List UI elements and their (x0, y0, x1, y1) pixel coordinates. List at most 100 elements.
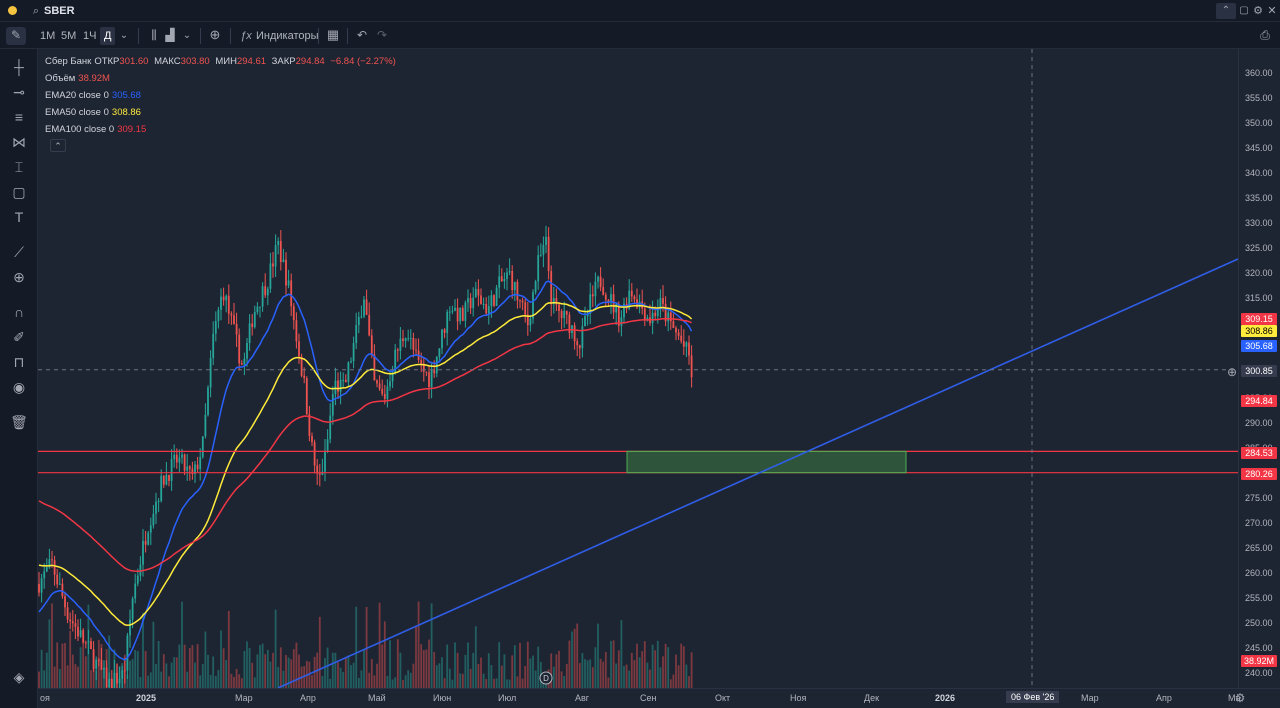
price-axis[interactable]: 360.00 355.00 350.00 345.00 340.00 335.00 330.… (1238, 49, 1280, 688)
volume-bar (422, 650, 425, 688)
volume-bar (672, 674, 675, 688)
volume-bar (594, 647, 597, 688)
text-icon[interactable]: T (9, 209, 29, 225)
candle-body (303, 375, 306, 379)
timeframe-1h[interactable]: 1Ч (83, 29, 96, 43)
search-icon[interactable]: ⌕ (26, 3, 46, 19)
eye-icon[interactable]: ◉ (9, 379, 29, 395)
timeframe-5m[interactable]: 5M (61, 29, 76, 43)
lock-drawing-icon[interactable]: ✐ (9, 329, 29, 345)
volume-bar (381, 644, 384, 688)
rectangle-icon[interactable]: ▢ (9, 184, 29, 200)
divider (138, 28, 139, 44)
fx-icon[interactable]: ƒx (236, 28, 256, 44)
candle-body (53, 560, 56, 575)
ema20-label: EMA20 close 0 (45, 90, 109, 101)
add-price-icon[interactable]: ⊕ (1222, 364, 1242, 380)
candle-body (240, 363, 243, 365)
candle-body (136, 575, 139, 584)
volume-bar (586, 660, 589, 688)
price-tick-label: 270.00 (1245, 518, 1273, 528)
ruler-icon[interactable]: ⟋ (9, 244, 29, 260)
volume-bar (430, 603, 433, 688)
layout-grid-icon[interactable]: ▦ (323, 27, 343, 43)
volume-bar (417, 601, 420, 688)
volume-bar (412, 663, 415, 688)
volume-bar (194, 662, 196, 688)
horizontal-ray-icon[interactable]: ⊸ (9, 84, 29, 100)
candle-body (446, 311, 449, 333)
add-circle-icon[interactable]: ⊕ (205, 27, 225, 43)
candle-body (425, 371, 428, 373)
trash-icon[interactable]: 🗑 (9, 414, 29, 430)
candle-body (381, 388, 384, 394)
volume-bar (207, 654, 209, 688)
pattern-icon[interactable]: ⋈ (9, 134, 29, 150)
volume-bar (513, 645, 516, 688)
timeframe-1m[interactable]: 1M (40, 29, 55, 43)
candle-body (368, 314, 371, 336)
volume-bar (222, 648, 225, 688)
candle-body (363, 299, 365, 317)
lock-icon[interactable]: ⊓ (9, 354, 29, 370)
undo-icon[interactable]: ↶ (352, 27, 372, 43)
volume-bar (576, 623, 579, 688)
candle-body (43, 571, 46, 579)
close-icon[interactable]: ✕ (1262, 3, 1280, 19)
collapse-legend-button[interactable]: ⌃ (50, 139, 66, 152)
chevron-down-icon[interactable]: ⌄ (114, 28, 134, 44)
candle-body (630, 290, 633, 297)
volume-bar (92, 650, 95, 688)
volume-bar (144, 651, 147, 688)
candle-body (285, 259, 287, 286)
candle-body (243, 358, 246, 365)
redo-icon[interactable]: ↷ (372, 27, 392, 43)
volume-bar (97, 639, 100, 688)
price-tick-label: 255.00 (1245, 593, 1273, 603)
candle-body (560, 310, 563, 319)
candle-body (396, 349, 399, 351)
candle-body (529, 318, 532, 326)
volume-bar (651, 644, 654, 688)
candle-body (495, 287, 498, 306)
symbol-label[interactable]: SBER (44, 4, 75, 18)
volume-bar (602, 661, 605, 688)
magnet-icon[interactable]: ∩ (9, 304, 29, 320)
layers-icon[interactable]: ◈ (9, 669, 29, 685)
chevron-down-icon[interactable]: ⌄ (177, 28, 197, 44)
candle-body (274, 245, 277, 267)
candle-body (344, 379, 347, 382)
zoom-in-icon[interactable]: ⊕ (9, 269, 29, 285)
candle-body (64, 596, 66, 608)
crosshair-time-label: 06 Фев '26 (1006, 691, 1060, 703)
price-tick-label: 335.00 (1245, 193, 1273, 203)
volume-bar (40, 649, 43, 688)
camera-icon[interactable]: ⎙ (1255, 27, 1275, 43)
volume-bar (628, 670, 631, 688)
volume-bar (339, 667, 342, 688)
chevron-up-icon[interactable]: ⌃ (1216, 3, 1236, 19)
price-chart[interactable]: D (38, 49, 1238, 688)
ema100-value: 309.15 (117, 124, 147, 135)
pencil-icon[interactable]: ✎ (6, 27, 26, 45)
candle-body (365, 299, 368, 315)
candle-body (656, 309, 659, 317)
settings-icon[interactable]: ⚙ (1230, 690, 1250, 706)
time-axis[interactable]: оя 2025 Мар Апр Май Июн Июл Авг Сен Окт … (38, 688, 1280, 708)
parallel-lines-icon[interactable]: ≡ (9, 109, 29, 125)
time-label: 2026 (935, 693, 956, 703)
volume-bar (227, 610, 230, 688)
candle-body (264, 286, 267, 296)
measure-icon[interactable]: ⌶ (9, 159, 29, 175)
volume-bar (264, 654, 267, 688)
candle-body (160, 475, 163, 501)
volume-bar (243, 650, 246, 688)
candle-body (357, 317, 360, 326)
volume-bar (446, 644, 449, 688)
volume-bar (493, 678, 495, 688)
candle-body (511, 271, 514, 291)
crosshair-icon[interactable]: ┼ (9, 59, 29, 75)
volume-bar (217, 669, 220, 688)
chart-canvas[interactable]: D (38, 49, 1238, 688)
indicators-button[interactable]: Индикаторы (256, 29, 319, 43)
